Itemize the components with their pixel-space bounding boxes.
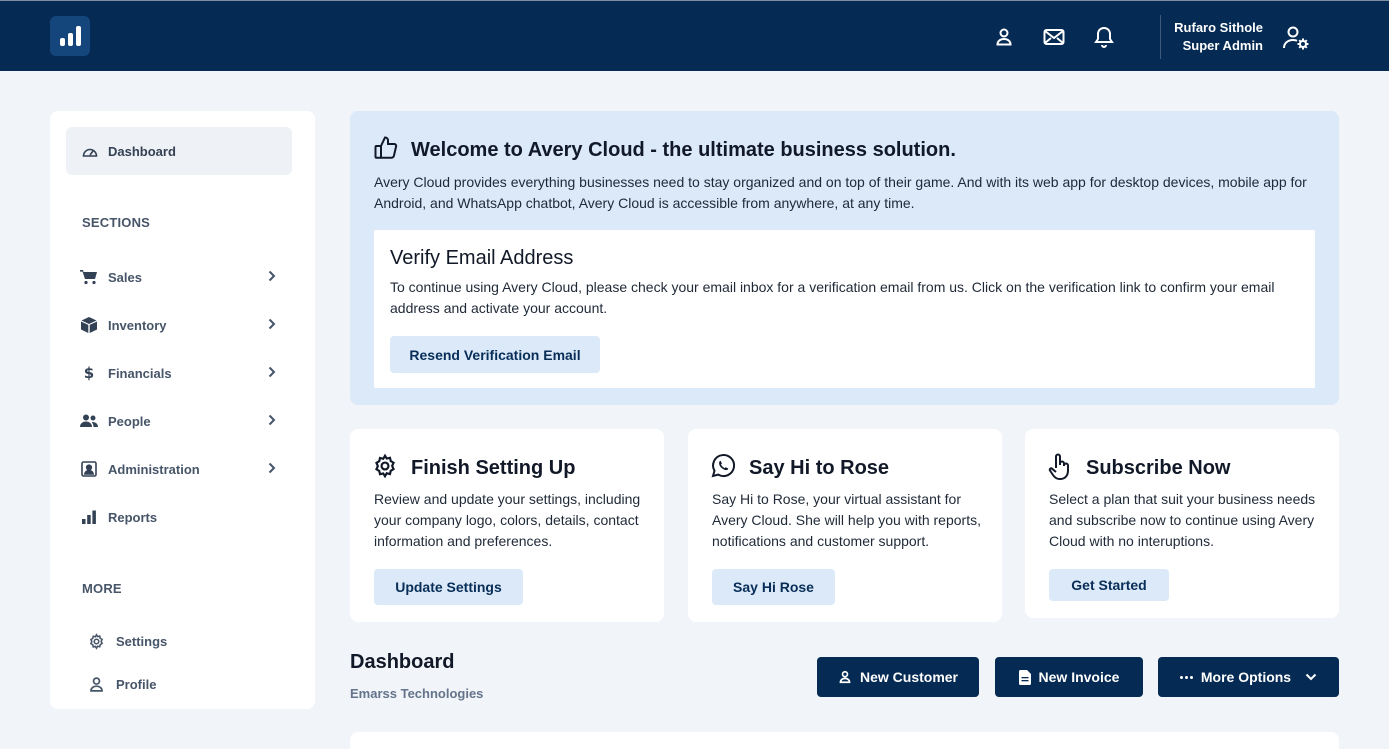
button-label: More Options [1200,669,1292,685]
card-title: Subscribe Now [1086,457,1231,479]
cart-icon [80,269,98,285]
more-options-button[interactable]: More Options [1158,657,1339,697]
sidebar-item-label: Sales [108,269,142,285]
document-icon [1018,669,1031,685]
sidebar-item-administration[interactable]: Administration [80,457,276,481]
id-badge-icon [80,461,98,477]
sidebar: Dashboard SECTIONS Sales Inventory $ Fin… [50,111,315,709]
box-icon [80,317,98,333]
sidebar-item-financials[interactable]: $ Financials [80,361,276,385]
more-heading: MORE [82,581,122,596]
say-hi-rose-card: Say Hi to Rose Say Hi to Rose, your virt… [688,429,1002,622]
top-bar: Rufaro Sithole Super Admin [0,0,1389,71]
chevron-right-icon [268,414,276,429]
card-text: Say Hi to Rose, your virtual assistant f… [712,491,981,549]
new-invoice-button[interactable]: New Invoice [995,657,1143,697]
resend-verification-button[interactable]: Resend Verification Email [390,336,600,373]
sidebar-item-label: Financials [108,365,172,381]
gear-icon [89,632,104,650]
finish-setup-card: Finish Setting Up Review and update your… [350,429,664,622]
subscribe-now-card: Subscribe Now Select a plan that suit yo… [1025,429,1339,618]
page-title: Dashboard [350,651,455,673]
card-title: Finish Setting Up [411,457,576,479]
sidebar-item-label: Dashboard [108,143,176,159]
new-customer-button[interactable]: New Customer [817,657,979,697]
sidebar-item-people[interactable]: People [80,409,276,433]
sidebar-item-sales[interactable]: Sales [80,265,276,289]
update-settings-button[interactable]: Update Settings [374,569,523,605]
dollar-icon: $ [83,364,95,382]
card-text: Review and update your settings, includi… [374,491,641,549]
mail-icon[interactable] [1042,25,1066,49]
user-role: Super Admin [1182,38,1263,53]
card-title: Say Hi to Rose [749,457,890,479]
welcome-text: Avery Cloud provides everything business… [374,174,1307,211]
user-settings-icon[interactable] [1282,23,1310,53]
user-icon [90,676,103,692]
sidebar-item-label: Settings [116,633,168,649]
chevron-right-icon [268,366,276,381]
chevron-down-icon [1305,673,1317,681]
button-label: New Customer [859,669,959,685]
whatsapp-icon [710,453,736,484]
ellipsis-icon [1179,675,1193,679]
sidebar-item-reports[interactable]: Reports [80,505,276,529]
sidebar-item-dashboard[interactable]: Dashboard [66,127,292,175]
welcome-title: Welcome to Avery Cloud - the ultimate bu… [411,139,956,161]
chevron-right-icon [268,270,276,285]
header-divider [1160,15,1161,59]
users-icon [80,414,98,428]
pointer-hand-icon [1047,453,1073,486]
verify-email-box: Verify Email Address To continue using A… [374,230,1315,388]
button-label: New Invoice [1038,669,1120,685]
chevron-right-icon [268,318,276,333]
verify-text: To continue using Avery Cloud, please ch… [390,279,1275,316]
verify-title: Verify Email Address [390,247,574,269]
sidebar-item-label: Profile [116,676,157,692]
sidebar-item-label: People [108,413,151,429]
gear-icon [372,453,398,484]
company-name: Emarss Technologies [350,686,484,701]
get-started-button[interactable]: Get Started [1049,569,1169,601]
sidebar-item-label: Administration [108,461,200,477]
bell-icon[interactable] [1092,25,1116,49]
sidebar-item-inventory[interactable]: Inventory [80,313,276,337]
card-text: Select a plan that suit your business ne… [1049,491,1316,549]
chevron-right-icon [268,462,276,477]
say-hi-rose-button[interactable]: Say Hi Rose [712,569,835,605]
thumbs-up-icon [374,135,398,166]
user-name: Rufaro Sithole [1174,20,1263,35]
user-icon[interactable] [992,25,1016,49]
sidebar-item-label: Inventory [108,317,167,333]
dashboard-gauge-icon [82,148,98,157]
sections-heading: SECTIONS [82,215,151,230]
welcome-panel: Welcome to Avery Cloud - the ultimate bu… [350,111,1339,405]
user-icon [839,670,851,684]
sidebar-item-label: Reports [108,509,158,525]
sidebar-item-profile[interactable]: Profile [88,673,156,695]
app-logo[interactable] [50,16,90,56]
sidebar-item-settings[interactable]: Settings [88,630,167,652]
bar-chart-icon [80,510,98,524]
dashboard-panel [350,732,1339,749]
